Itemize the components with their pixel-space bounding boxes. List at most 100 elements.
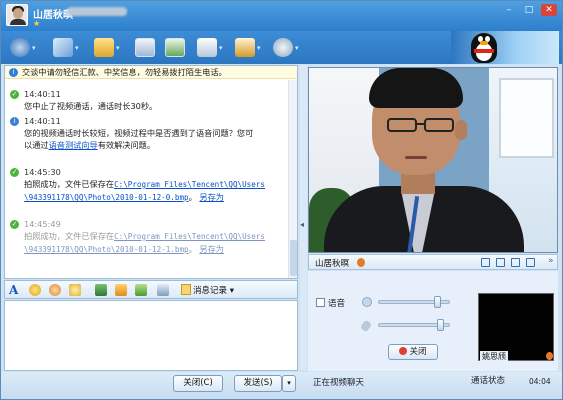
title-bar[interactable]: 山居秋暝 ★ – □ ✕ [1, 1, 562, 31]
message-text: 。 [188, 244, 197, 254]
chevron-down-icon[interactable]: ▾ [75, 44, 79, 52]
hangup-label: 关闭 [409, 347, 427, 357]
close-button[interactable]: 关闭(C) [173, 375, 223, 392]
font-button[interactable]: A [9, 283, 18, 297]
image-icon[interactable] [95, 284, 107, 296]
send-options-button[interactable]: ▾ [282, 375, 296, 392]
file-path-link[interactable]: C:\Program Files\Tencent\QQ\Users [114, 180, 265, 189]
message-text: 有效解决问题。 [97, 140, 156, 150]
swap-view-icon[interactable] [511, 258, 520, 267]
chevron-down-icon[interactable]: ▾ [257, 44, 261, 52]
apps-icon[interactable] [53, 38, 73, 57]
star-icon: ★ [33, 19, 41, 28]
chevron-down-icon[interactable]: ▾ [295, 44, 299, 52]
camera-settings-icon[interactable] [481, 258, 490, 267]
chat-message: ✓ 14:45:49 拍照成功，文件已保存在C:\Program Files\Te… [10, 218, 295, 256]
music-icon[interactable] [135, 284, 147, 296]
video-call-icon[interactable] [10, 38, 30, 57]
video-status: 正在视频聊天 [313, 378, 365, 388]
save-as-link[interactable]: 另存为 [199, 192, 224, 202]
snapshot-icon[interactable] [526, 258, 535, 267]
chat-window: 山居秋暝 ★ – □ ✕ ▾ ▾ ▾ ▾ ▾ ▾ i 交谈中请勿轻信汇款、中奖信… [0, 0, 563, 400]
check-icon: ✓ [10, 90, 19, 99]
gear-icon[interactable] [273, 38, 293, 57]
save-as-link[interactable]: 另存为 [199, 244, 224, 254]
chat-history[interactable]: i 交谈中请勿轻信汇款、中奖信息，勿轻易拨打陌生电话。 ✓ 14:40:11 您中… [4, 65, 298, 279]
send-button[interactable]: 发送(S) [234, 375, 282, 392]
chat-message: ✓ 14:45:30 拍照成功，文件已保存在C:\Program Files\Te… [10, 166, 295, 204]
video-controls: 语音 关闭 姚思颀 [308, 271, 558, 371]
stop-icon [399, 347, 408, 355]
microphone-icon[interactable] [359, 319, 373, 333]
info-icon: i [10, 117, 19, 126]
hangup-button[interactable]: 关闭 [388, 344, 438, 360]
message-record-icon[interactable] [181, 284, 191, 295]
file-path-link[interactable]: \943391178\QQ\Photo\2010-01-12-1.bmp [24, 245, 189, 254]
message-time: 14:40:11 [24, 116, 61, 126]
more-icon[interactable] [157, 284, 169, 296]
message-time: 14:40:11 [24, 89, 61, 99]
slider-thumb[interactable] [434, 296, 441, 308]
self-name: 姚思颀 [480, 351, 508, 362]
file-path-link[interactable]: C:\Program Files\Tencent\QQ\Users [114, 232, 265, 241]
chat-message: i 14:40:11 您的视频通话时长较短，视频过程中是否遇到了语音问题？您可 以… [10, 115, 295, 151]
info-icon: i [9, 68, 18, 77]
mic-volume-slider[interactable] [378, 319, 450, 331]
chevron-down-icon[interactable]: ▾ [116, 44, 120, 52]
expand-icon[interactable]: » [548, 256, 554, 266]
check-icon: ✓ [10, 168, 19, 177]
message-time: 14:45:49 [24, 219, 61, 229]
notice-text: 交谈中请勿轻信汇款、中奖信息，勿轻易拨打陌生电话。 [22, 67, 227, 77]
message-text: 以通过 [24, 140, 49, 150]
file-transfer-icon[interactable] [94, 38, 114, 57]
qq-penguin-icon [471, 33, 497, 63]
chevron-down-icon[interactable]: ▾ [219, 44, 223, 52]
message-record-button[interactable]: 消息记录 ▾ [193, 284, 234, 296]
favorites-icon[interactable] [197, 38, 217, 57]
video-toolbar: 山居秋暝 » [308, 254, 558, 270]
message-input[interactable] [4, 300, 298, 371]
message-text: 拍照成功，文件已保存在 [24, 179, 115, 189]
status-icon [546, 352, 553, 360]
peer-name: 山居秋暝 [315, 259, 350, 269]
security-notice: i 交谈中请勿轻信汇款、中奖信息，勿轻易拨打陌生电话。 [5, 66, 297, 79]
screenshot-icon[interactable] [115, 284, 127, 296]
minimize-button[interactable]: – [501, 4, 517, 16]
contact-avatar[interactable] [6, 4, 28, 26]
voice-checkbox[interactable] [316, 298, 325, 307]
scrollbar-thumb[interactable] [290, 240, 297, 276]
call-timer: 04:04 [529, 377, 551, 386]
redacted-signature [67, 7, 127, 16]
settings-icon[interactable] [235, 38, 255, 57]
chat-scrollbar[interactable] [288, 80, 297, 278]
speaker-volume-slider[interactable] [378, 296, 450, 308]
message-text: 您的视频通话时长较短，视频过程中是否遇到了语音问题？您可 [24, 128, 254, 138]
meeting-icon[interactable] [165, 38, 185, 57]
speaker-icon[interactable] [362, 297, 372, 307]
message-text: 拍照成功，文件已保存在 [24, 231, 115, 241]
chevron-down-icon[interactable]: ▾ [32, 44, 36, 52]
message-text: 。 [188, 192, 197, 202]
status-icon [357, 258, 365, 267]
chevron-left-icon[interactable]: ◂ [300, 220, 304, 229]
slider-thumb[interactable] [437, 319, 444, 331]
brand-panel [451, 31, 559, 64]
chat-message: ✓ 14:40:11 您中止了视频通话，通话时长30秒。 [10, 88, 295, 112]
close-window-button[interactable]: ✕ [541, 4, 557, 16]
file-path-link[interactable]: \943391178\QQ\Photo\2010-01-12-0.bmp [24, 193, 189, 202]
remote-video[interactable] [308, 67, 558, 253]
voice-test-wizard-link[interactable]: 语音测试向导 [49, 140, 98, 150]
magic-emoticon-icon[interactable] [69, 284, 81, 296]
message-time: 14:45:30 [24, 167, 61, 177]
screen-share-icon[interactable] [135, 38, 155, 57]
maximize-button[interactable]: □ [521, 4, 537, 16]
panel-splitter[interactable]: ◂ [300, 65, 307, 370]
check-icon: ✓ [10, 220, 19, 229]
voice-label: 语音 [328, 299, 346, 309]
format-toolbar: A 消息记录 ▾ [4, 280, 298, 299]
wink-icon[interactable] [49, 284, 61, 296]
fullscreen-icon[interactable] [496, 258, 505, 267]
emoji-icon[interactable] [29, 284, 41, 296]
call-status: 通话状态 [471, 376, 506, 386]
message-text: 您中止了视频通话，通话时长30秒。 [24, 101, 158, 111]
